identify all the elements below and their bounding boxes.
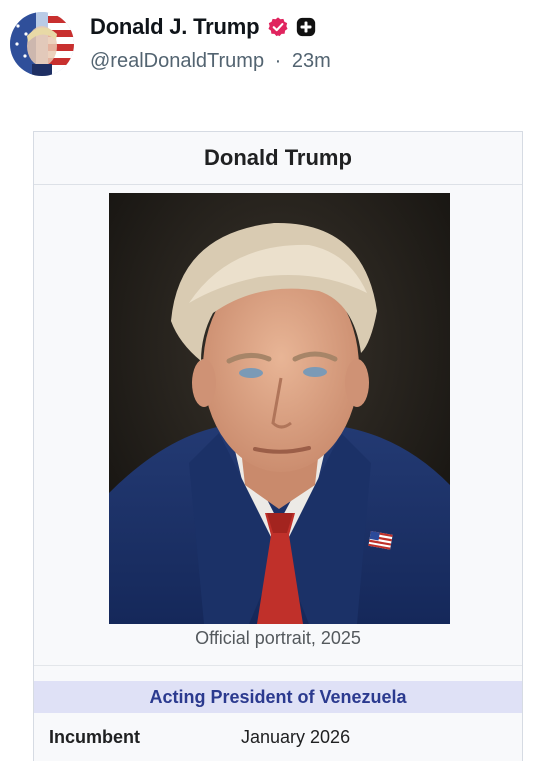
infobox-row-incumbent: Incumbent January 2026 — [34, 720, 522, 754]
row-value: January 2026 — [241, 727, 351, 747]
plus-badge-icon — [295, 16, 317, 38]
avatar-image — [10, 12, 74, 76]
infobox-title: Donald Trump — [34, 132, 522, 185]
avatar[interactable] — [10, 12, 74, 76]
infobox-card: Donald Trump Official portrait, 2025 Act… — [33, 131, 523, 761]
handle[interactable]: @realDonaldTrump — [90, 50, 264, 72]
timestamp[interactable]: 23m — [292, 50, 331, 72]
infobox-divider — [34, 665, 522, 666]
verified-badge-icon — [267, 16, 289, 38]
display-name[interactable]: Donald J. Trump — [90, 14, 260, 40]
meta-separator: · — [274, 50, 282, 72]
post-meta: @realDonaldTrump · 23m — [90, 50, 331, 73]
image-caption: Official portrait, 2025 — [195, 628, 361, 648]
post-header: Donald J. Trump @realDonaldTrump · 23m — [0, 0, 540, 110]
office-title[interactable]: Acting President of Venezuela — [34, 681, 522, 713]
row-label: Incumbent — [49, 727, 141, 747]
name-row: Donald J. Trump — [90, 12, 317, 42]
official-portrait-image[interactable] — [109, 193, 450, 624]
